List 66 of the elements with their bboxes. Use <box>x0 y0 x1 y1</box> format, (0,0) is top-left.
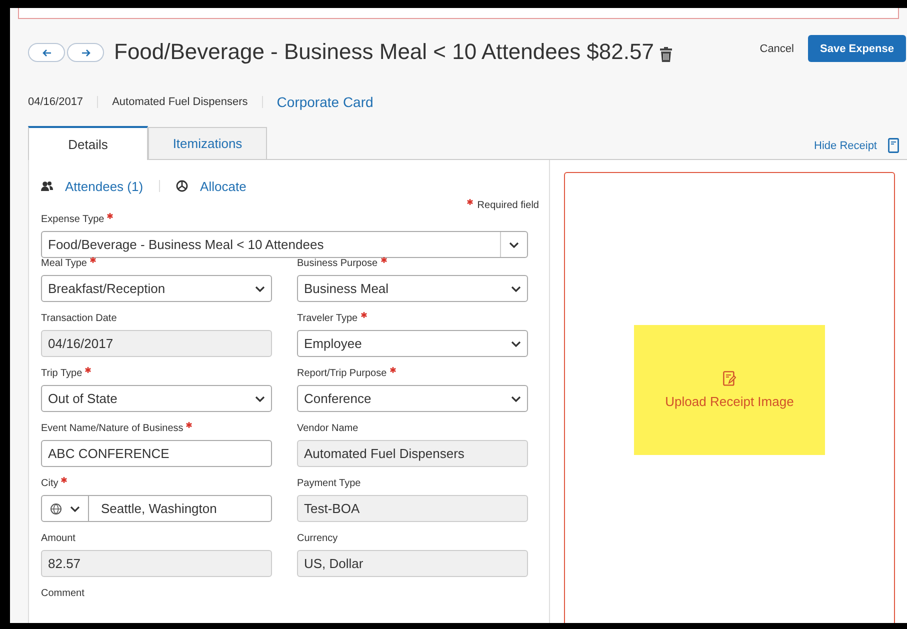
required-icon <box>390 367 396 373</box>
required-note: Required field <box>477 200 539 211</box>
attendees-link[interactable]: Attendees (1) <box>65 178 144 194</box>
dropdown-field[interactable]: Out of State <box>41 385 272 412</box>
required-icon <box>61 477 68 483</box>
dropdown-field[interactable]: Conference <box>297 385 528 412</box>
chevron-down-icon <box>255 396 265 402</box>
field-label: Business Purpose <box>297 258 378 269</box>
dropdown-field[interactable]: Breakfast/Reception <box>41 275 272 302</box>
payment-type-link[interactable]: Corporate Card <box>276 94 374 110</box>
field-label: Report/Trip Purpose <box>297 368 387 379</box>
field-label: Meal Type <box>41 258 87 269</box>
chevron-down-icon <box>70 506 80 512</box>
required-icon <box>186 422 192 428</box>
readonly-field: Test-BOA <box>297 495 528 522</box>
city-field[interactable]: Seattle, Washington <box>41 495 272 522</box>
tab[interactable]: Itemizations <box>148 127 267 159</box>
receipt-icon[interactable] <box>888 138 899 153</box>
back-button[interactable] <box>28 43 65 62</box>
trash-icon[interactable] <box>660 47 672 62</box>
field-label: Expense Type <box>41 214 104 225</box>
arrow-right-icon <box>80 48 90 56</box>
field-label: Event Name/Nature of Business <box>41 423 184 434</box>
receipt-edit-icon <box>723 370 736 386</box>
hide-receipt-link[interactable]: Hide Receipt <box>814 140 877 152</box>
chevron-down-icon <box>509 242 519 248</box>
field-label: Transaction Date <box>41 313 117 324</box>
readonly-field: 04/16/2017 <box>41 330 272 357</box>
cancel-link[interactable]: Cancel <box>760 43 794 55</box>
required-icon <box>85 367 92 373</box>
expense-type-dropdown[interactable]: Food/Beverage - Business Meal < 10 Attendees <box>41 231 528 258</box>
globe-icon <box>50 502 62 514</box>
expense-title: Food/Beverage - Business Meal < 10 Attendees $82.57 <box>114 39 654 65</box>
required-icon <box>360 312 367 318</box>
expense-date: 04/16/2017 <box>28 96 84 108</box>
readonly-field: US, Dollar <box>297 550 528 577</box>
field-label: Vendor Name <box>297 423 358 434</box>
pie-chart-icon <box>176 180 188 192</box>
tab[interactable]: Details <box>28 126 148 160</box>
allocate-link[interactable]: Allocate <box>200 178 246 194</box>
readonly-field: Automated Fuel Dispensers <box>297 440 528 467</box>
required-icon <box>107 213 114 219</box>
dropdown-field[interactable]: Employee <box>297 330 528 357</box>
chevron-down-icon <box>511 286 521 292</box>
chevron-down-icon <box>255 286 265 292</box>
required-icon <box>90 257 96 263</box>
dropdown-field[interactable]: Business Meal <box>297 275 528 302</box>
input-field[interactable]: ABC CONFERENCE <box>41 440 272 467</box>
field-label: City <box>41 478 58 489</box>
forward-button[interactable] <box>67 43 104 62</box>
field-label: Trip Type <box>41 368 82 379</box>
field-label: Comment <box>41 588 84 599</box>
chevron-down-icon <box>511 340 521 346</box>
arrow-left-icon <box>42 48 52 56</box>
field-label: Traveler Type <box>297 313 358 324</box>
required-icon <box>467 199 474 205</box>
field-label: Payment Type <box>297 478 361 489</box>
upload-receipt-button[interactable]: Upload Receipt Image <box>634 324 825 454</box>
required-icon <box>380 257 387 263</box>
people-icon <box>41 180 53 192</box>
vendor-name: Automated Fuel Dispensers <box>112 96 248 108</box>
save-expense-button[interactable]: Save Expense <box>808 35 906 62</box>
readonly-field: 82.57 <box>41 550 272 577</box>
chevron-down-icon <box>511 396 521 402</box>
field-label: Currency <box>297 533 338 544</box>
field-label: Amount <box>41 533 76 544</box>
